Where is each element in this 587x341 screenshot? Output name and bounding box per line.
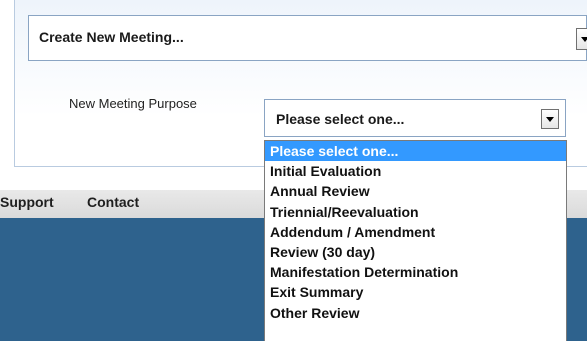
- nav-contact-link[interactable]: Contact: [87, 194, 139, 210]
- chevron-down-icon: [546, 117, 554, 122]
- nav-support-link[interactable]: Support: [0, 194, 54, 210]
- option-manifestation-determination[interactable]: Manifestation Determination: [265, 262, 566, 282]
- create-meeting-select-value: Create New Meeting...: [39, 29, 184, 45]
- option-annual-review[interactable]: Annual Review: [265, 181, 566, 201]
- option-triennial-reevaluation[interactable]: Triennial/Reevaluation: [265, 202, 566, 222]
- meeting-purpose-select[interactable]: Please select one...: [264, 99, 566, 137]
- meeting-purpose-select-value: Please select one...: [276, 111, 405, 127]
- meeting-purpose-options-list: Please select one... Initial Evaluation …: [264, 140, 567, 341]
- option-addendum-amendment[interactable]: Addendum / Amendment: [265, 222, 566, 242]
- meeting-purpose-dropdown-button[interactable]: [541, 109, 559, 129]
- option-initial-evaluation[interactable]: Initial Evaluation: [265, 161, 566, 181]
- option-exit-summary[interactable]: Exit Summary: [265, 282, 566, 302]
- meeting-purpose-label: New Meeting Purpose: [69, 96, 197, 111]
- option-please-select[interactable]: Please select one...: [265, 141, 566, 162]
- create-meeting-select[interactable]: Create New Meeting...: [28, 15, 587, 61]
- chevron-down-icon: [580, 37, 587, 42]
- option-review-30-day[interactable]: Review (30 day): [265, 242, 566, 262]
- create-meeting-dropdown-button[interactable]: [576, 28, 587, 50]
- option-other-review[interactable]: Other Review: [265, 303, 566, 323]
